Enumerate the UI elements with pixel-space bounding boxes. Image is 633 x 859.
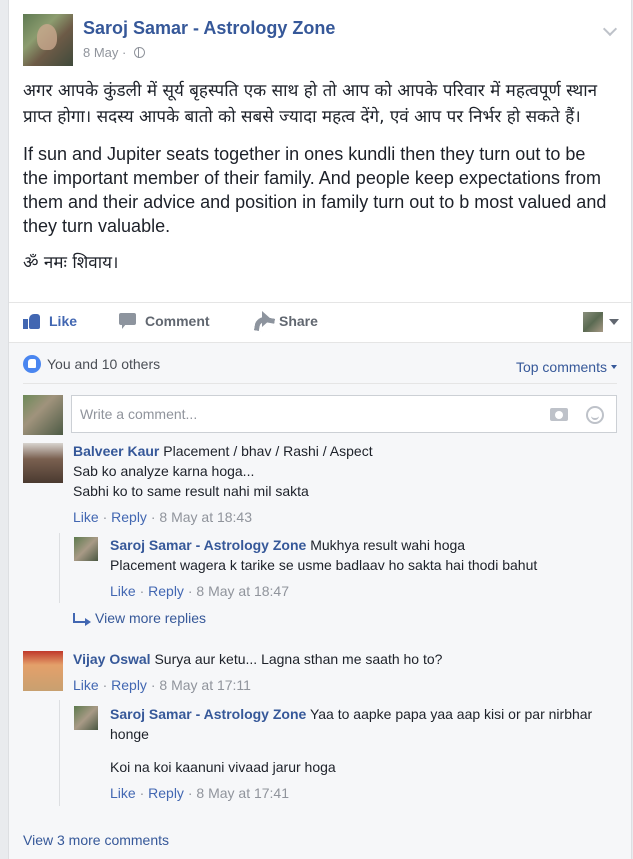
commenter-name[interactable]: Balveer Kaur: [73, 443, 159, 459]
comment-reply-link[interactable]: Reply: [111, 509, 147, 525]
comment-input[interactable]: Write a comment...: [71, 395, 617, 433]
post-card: Saroj Samar - Astrology Zone 8 May · अगर…: [8, 0, 632, 859]
comment-body: Balveer Kaur Placement / bhav / Rashi / …: [73, 441, 617, 527]
comment-icon: [119, 313, 137, 329]
replier-avatar[interactable]: [74, 706, 98, 730]
thumbs-up-icon: [23, 313, 41, 329]
reply-text-line: Koi na koi kaanuni vivaad jarur hoga: [110, 759, 336, 775]
replier-name[interactable]: Saroj Samar - Astrology Zone: [110, 537, 306, 553]
caret-down-icon: [609, 319, 619, 325]
reply-body: Saroj Samar - Astrology Zone Yaa to aapk…: [110, 704, 617, 803]
like-reaction-icon: [23, 355, 41, 373]
reply-reply-link[interactable]: Reply: [148, 785, 184, 801]
post-date[interactable]: 8 May: [83, 45, 118, 60]
comment-reply-link[interactable]: Reply: [111, 677, 147, 693]
globe-icon: [134, 47, 145, 58]
post-text-english: If sun and Jupiter seats together in one…: [23, 144, 607, 236]
comment-actions: Like · Reply · 8 May at 18:43: [73, 509, 253, 525]
reply-text: Mukhya result wahi hoga: [310, 537, 466, 553]
post-header: Saroj Samar - Astrology Zone 8 May ·: [23, 14, 621, 66]
view-more-replies-link[interactable]: View more replies: [73, 610, 206, 626]
view-more-comments-link[interactable]: View 3 more comments: [23, 832, 169, 848]
comment-like-link[interactable]: Like: [73, 509, 99, 525]
caret-down-icon: [611, 365, 617, 369]
author-avatar[interactable]: [23, 14, 73, 66]
comment-like-link[interactable]: Like: [73, 677, 99, 693]
reply-arrow-icon: [73, 613, 91, 626]
comment-text: Placement / bhav / Rashi / Aspect: [163, 443, 373, 459]
reply-thread: Saroj Samar - Astrology Zone Yaa to aapk…: [59, 700, 617, 806]
reply-thread: Saroj Samar - Astrology Zone Mukhya resu…: [59, 533, 617, 603]
reply-text-line: Placement wagera k tarike se usme badlaa…: [110, 557, 538, 573]
replier-name[interactable]: Saroj Samar - Astrology Zone: [110, 706, 306, 722]
reactions-text: You and 10 others: [47, 356, 161, 372]
post-body: अगर आपके कुंडली में सूर्य बृहस्पति एक सा…: [23, 78, 615, 288]
comment-timestamp[interactable]: 8 May at 18:43: [159, 509, 252, 525]
commenter-avatar[interactable]: [23, 443, 63, 483]
comment-label: Comment: [145, 313, 210, 329]
reply-timestamp[interactable]: 8 May at 18:47: [196, 583, 289, 599]
share-icon: [253, 311, 271, 329]
reply-like-link[interactable]: Like: [110, 583, 136, 599]
reactions-summary[interactable]: You and 10 others: [23, 355, 160, 373]
viewer-avatar: [23, 395, 63, 435]
comment-text-line: Sab ko analyze karna hoga...: [73, 463, 255, 479]
divider: [23, 383, 617, 384]
comment-sort-dropdown[interactable]: Top comments: [516, 359, 617, 375]
post-text-hindi: अगर आपके कुंडली में सूर्य बृहस्पति एक सा…: [23, 81, 598, 127]
comment-body: Vijay Oswal Surya aur ketu... Lagna stha…: [73, 649, 617, 695]
comment-text-line: Sabhi ko to same result nahi mil sakta: [73, 483, 309, 499]
share-button[interactable]: Share: [253, 311, 318, 329]
emoji-icon[interactable]: [586, 406, 604, 424]
chevron-down-icon[interactable]: [602, 21, 618, 37]
post-text-closing: ॐ नमः शिवाय।: [23, 253, 119, 273]
share-label: Share: [279, 313, 318, 329]
comment-text: Surya aur ketu... Lagna sthan me saath h…: [154, 651, 443, 667]
comment-button[interactable]: Comment: [119, 313, 617, 329]
replier-avatar[interactable]: [74, 537, 98, 561]
reply-timestamp[interactable]: 8 May at 17:41: [196, 785, 289, 801]
viewer-avatar: [583, 312, 603, 332]
post-meta: 8 May ·: [83, 45, 145, 60]
reply-like-link[interactable]: Like: [110, 785, 136, 801]
profile-selector[interactable]: [583, 312, 619, 332]
camera-icon[interactable]: [550, 408, 568, 421]
like-label: Like: [49, 313, 78, 329]
author-name[interactable]: Saroj Samar - Astrology Zone: [83, 18, 335, 39]
reply-actions: Like · Reply · 8 May at 17:41: [110, 785, 290, 801]
reply-actions: Like · Reply · 8 May at 18:47: [110, 583, 290, 599]
comments-section: You and 10 others Top comments Write a c…: [9, 342, 631, 859]
like-button[interactable]: Like: [23, 313, 77, 329]
comment-actions: Like · Reply · 8 May at 17:11: [73, 677, 251, 693]
reply-reply-link[interactable]: Reply: [148, 583, 184, 599]
action-bar: Like Comment Share: [9, 302, 631, 342]
commenter-avatar[interactable]: [23, 651, 63, 691]
comment-sort-label: Top comments: [515, 359, 607, 375]
commenter-name[interactable]: Vijay Oswal: [73, 651, 151, 667]
comment-composer: Write a comment...: [23, 393, 617, 435]
comment-timestamp[interactable]: 8 May at 17:11: [159, 677, 251, 693]
meta-separator: ·: [122, 45, 127, 60]
comment-item: Balveer Kaur Placement / bhav / Rashi / …: [23, 441, 617, 531]
reply-body: Saroj Samar - Astrology Zone Mukhya resu…: [110, 535, 617, 601]
comment-input-placeholder: Write a comment...: [80, 406, 198, 422]
view-more-replies-label: View more replies: [95, 610, 207, 626]
